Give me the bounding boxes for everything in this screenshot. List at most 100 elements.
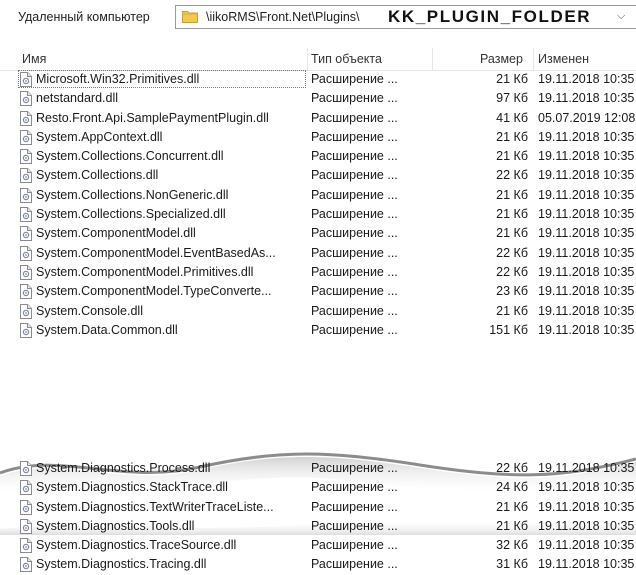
column-header-name[interactable]: Имя [22, 52, 46, 66]
file-name: System.Collections.dll [36, 168, 159, 183]
file-name-cell[interactable]: System.ComponentModel.EventBasedAs... [18, 244, 306, 262]
file-row[interactable]: System.AppContext.dll Расширение ... 21 Кб… [0, 128, 636, 147]
file-name-cell[interactable]: Resto.Front.Api.SamplePaymentPlugin.dll [18, 109, 306, 127]
folder-icon [182, 11, 198, 23]
dll-file-icon [20, 303, 32, 319]
file-name-cell[interactable]: System.Collections.Concurrent.dll [18, 147, 306, 165]
file-modified: 19.11.2018 10:35 [538, 303, 635, 318]
file-name-cell[interactable]: System.ComponentModel.Primitives.dll [18, 263, 306, 281]
dll-file-icon [20, 149, 32, 165]
file-name: System.Console.dll [36, 303, 143, 318]
file-name-cell[interactable]: System.AppContext.dll [18, 128, 306, 146]
file-row[interactable]: System.Collections.NonGeneric.dll Расшире… [0, 186, 636, 205]
column-divider[interactable] [307, 48, 308, 70]
file-name-cell[interactable]: System.Collections.Specialized.dll [18, 205, 306, 223]
dll-file-icon [20, 91, 32, 107]
file-row[interactable]: System.Collections.Concurrent.dll Расшире… [0, 147, 636, 166]
file-size: 22 Кб [496, 245, 528, 260]
file-modified: 19.11.2018 10:35 [538, 264, 635, 279]
file-type: Расширение ... [311, 149, 398, 164]
file-row[interactable]: System.Diagnostics.Tracing.dll Расширение… [0, 555, 636, 574]
file-name-cell[interactable]: System.Collections.dll [18, 166, 306, 184]
path-folder-name: KK_PLUGIN_FOLDER [388, 7, 592, 26]
file-name: System.ComponentModel.dll [36, 226, 196, 241]
file-type: Расширение ... [311, 322, 398, 337]
column-header-size[interactable]: Размер [480, 52, 523, 66]
dll-file-icon [20, 226, 32, 242]
file-size: 97 Кб [496, 91, 528, 106]
file-type: Расширение ... [311, 245, 398, 260]
file-type: Расширение ... [311, 461, 398, 475]
column-divider[interactable] [432, 48, 433, 70]
file-modified: 19.11.2018 10:35 [538, 187, 635, 202]
file-row[interactable]: System.Collections.Specialized.dll Расшир… [0, 205, 636, 224]
file-row[interactable]: netstandard.dll Расширение ... 97 Кб 19.11.… [0, 89, 636, 108]
file-row[interactable]: System.ComponentModel.dll Расширение ... 2… [0, 224, 636, 243]
file-name-cell[interactable]: netstandard.dll [18, 89, 306, 107]
file-type: Расширение ... [311, 110, 398, 125]
file-name: System.Collections.Concurrent.dll [36, 149, 224, 164]
file-modified: 19.11.2018 10:35 [538, 245, 635, 260]
file-row[interactable]: System.Diagnostics.StackTrace.dll Расшире… [0, 478, 636, 497]
dll-file-icon [20, 538, 32, 554]
file-modified: 19.11.2018 10:35 [538, 461, 635, 475]
file-size: 24 Кб [496, 480, 528, 495]
file-row[interactable]: System.ComponentModel.EventBasedAs... Рас… [0, 244, 636, 263]
file-name: Resto.Front.Api.SamplePaymentPlugin.dll [36, 110, 269, 125]
file-modified: 19.11.2018 10:35 [538, 480, 635, 495]
file-row[interactable]: System.Data.Common.dll Расширение ... 151 … [0, 321, 636, 340]
file-row[interactable]: System.Diagnostics.Tools.dll Расширение .… [0, 517, 636, 536]
file-size: 21 Кб [496, 129, 528, 144]
file-name-cell[interactable]: System.Diagnostics.Process.dll [18, 459, 306, 477]
address-label: Удаленный компьютер [18, 10, 150, 24]
file-row[interactable]: System.Console.dll Расширение ... 21 Кб 19.… [0, 302, 636, 321]
file-name-cell[interactable]: System.Data.Common.dll [18, 321, 306, 339]
dll-file-icon [20, 168, 32, 184]
file-name-cell[interactable]: System.Collections.NonGeneric.dll [18, 186, 306, 204]
file-row[interactable]: System.Collections.dll Расширение ... 22 К… [0, 166, 636, 185]
dll-file-icon [20, 557, 32, 573]
column-divider[interactable] [533, 48, 534, 70]
file-name: System.Collections.Specialized.dll [36, 207, 226, 222]
file-name-cell[interactable]: System.Diagnostics.Tracing.dll [18, 555, 306, 573]
file-name-cell[interactable]: System.Diagnostics.TextWriterTraceListe.… [18, 498, 306, 516]
path-field[interactable]: \iikoRMS\Front.Net\Plugins\ KK_PLUGIN_FO… [175, 5, 636, 29]
file-name: Microsoft.Win32.Primitives.dll [36, 72, 200, 86]
file-name-cell[interactable]: System.ComponentModel.dll [18, 224, 306, 242]
file-modified: 19.11.2018 10:35 [538, 207, 635, 222]
file-name-cell[interactable]: Microsoft.Win32.Primitives.dll [18, 70, 306, 88]
chevron-down-icon[interactable]: ⌵ [617, 10, 625, 23]
file-type: Расширение ... [311, 207, 398, 222]
file-modified: 19.11.2018 10:35 [538, 72, 635, 86]
file-row[interactable]: Resto.Front.Api.SamplePaymentPlugin.dll Р… [0, 109, 636, 128]
file-modified: 19.11.2018 10:35 [538, 322, 635, 337]
file-row[interactable]: System.Diagnostics.TextWriterTraceListe.… [0, 498, 636, 517]
file-name: System.Diagnostics.Tracing.dll [36, 557, 207, 572]
file-type: Расширение ... [311, 518, 398, 533]
dll-file-icon [20, 499, 32, 515]
file-modified: 19.11.2018 10:35 [538, 149, 635, 164]
column-header-modified[interactable]: Изменен [538, 52, 589, 66]
file-row[interactable]: System.ComponentModel.Primitives.dll Расш… [0, 263, 636, 282]
file-name: netstandard.dll [36, 91, 119, 106]
file-modified: 19.11.2018 10:35 [538, 499, 635, 514]
file-row[interactable]: System.Diagnostics.Process.dll Расширение… [0, 459, 636, 478]
file-size: 21 Кб [496, 72, 528, 86]
file-name: System.Diagnostics.Tools.dll [36, 518, 195, 533]
dll-file-icon [20, 284, 32, 300]
file-modified: 19.11.2018 10:35 [538, 129, 635, 144]
file-name-cell[interactable]: System.Diagnostics.StackTrace.dll [18, 478, 306, 496]
file-size: 21 Кб [496, 207, 528, 222]
file-name-cell[interactable]: System.ComponentModel.TypeConverte... [18, 282, 306, 300]
column-header-type[interactable]: Тип объекта [311, 52, 382, 66]
file-row[interactable]: System.ComponentModel.TypeConverte... Рас… [0, 282, 636, 301]
file-name-cell[interactable]: System.Diagnostics.TraceSource.dll [18, 536, 306, 554]
file-modified: 19.11.2018 10:35 [538, 518, 635, 533]
dll-file-icon [20, 72, 32, 87]
file-name-cell[interactable]: System.Diagnostics.Tools.dll [18, 517, 306, 535]
file-row[interactable]: Microsoft.Win32.Primitives.dll Расширение… [0, 70, 636, 89]
file-name: System.Diagnostics.TraceSource.dll [36, 538, 237, 553]
file-name: System.Diagnostics.Process.dll [36, 461, 211, 475]
file-name-cell[interactable]: System.Console.dll [18, 302, 306, 320]
file-row[interactable]: System.Diagnostics.TraceSource.dll Расшир… [0, 536, 636, 555]
